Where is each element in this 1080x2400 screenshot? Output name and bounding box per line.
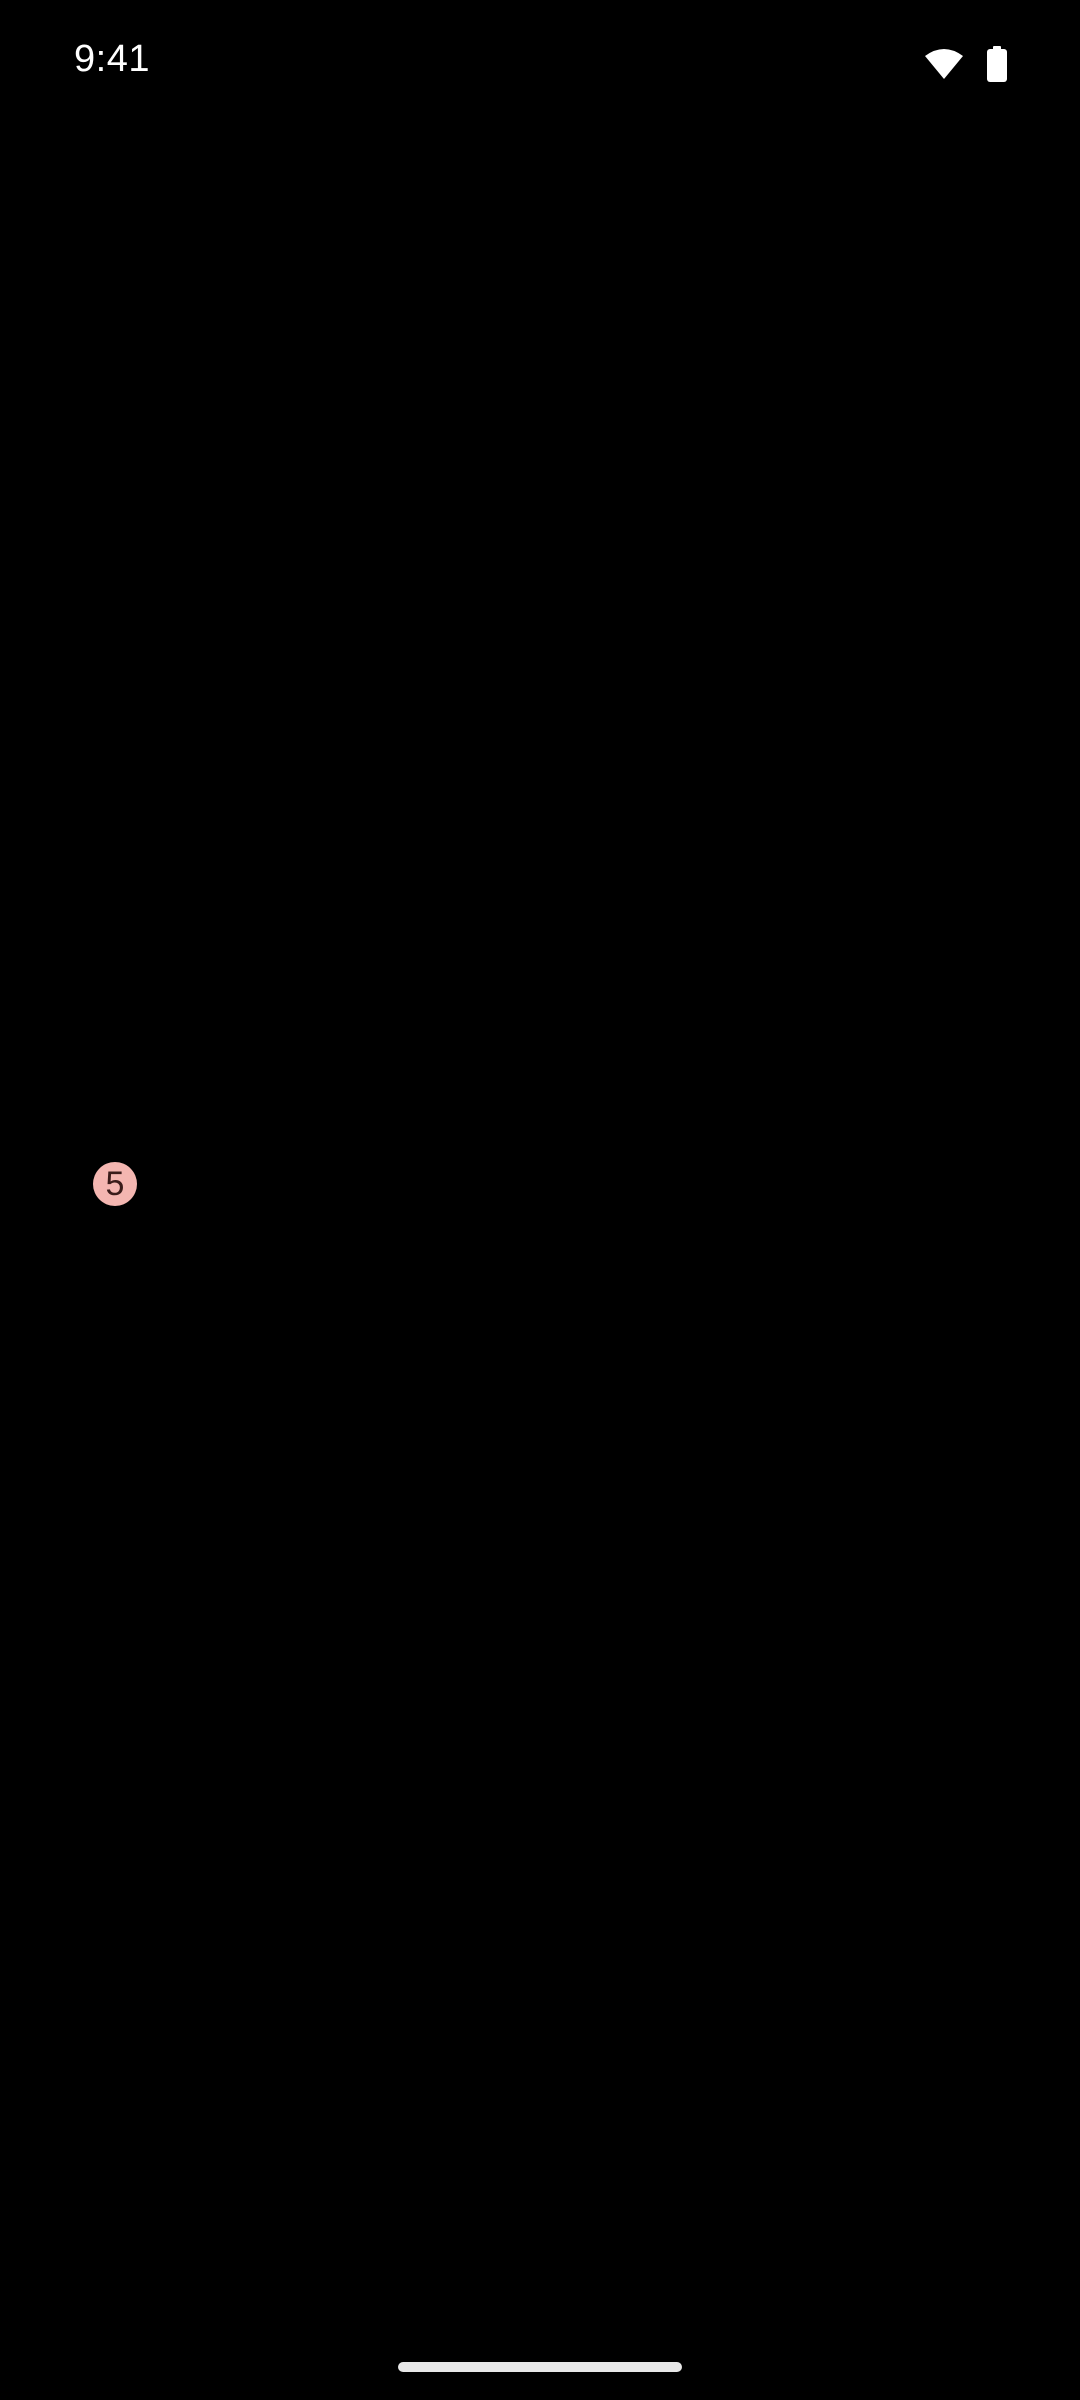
status-bar: 9:41	[0, 0, 1080, 130]
notification-badge[interactable]: 5	[93, 1162, 137, 1206]
wifi-icon	[925, 49, 963, 79]
home-indicator[interactable]	[398, 2362, 682, 2372]
screen: 9:41 5	[0, 0, 1080, 2400]
status-time: 9:41	[74, 38, 150, 80]
status-icons	[924, 46, 1008, 82]
battery-icon	[987, 46, 1007, 82]
